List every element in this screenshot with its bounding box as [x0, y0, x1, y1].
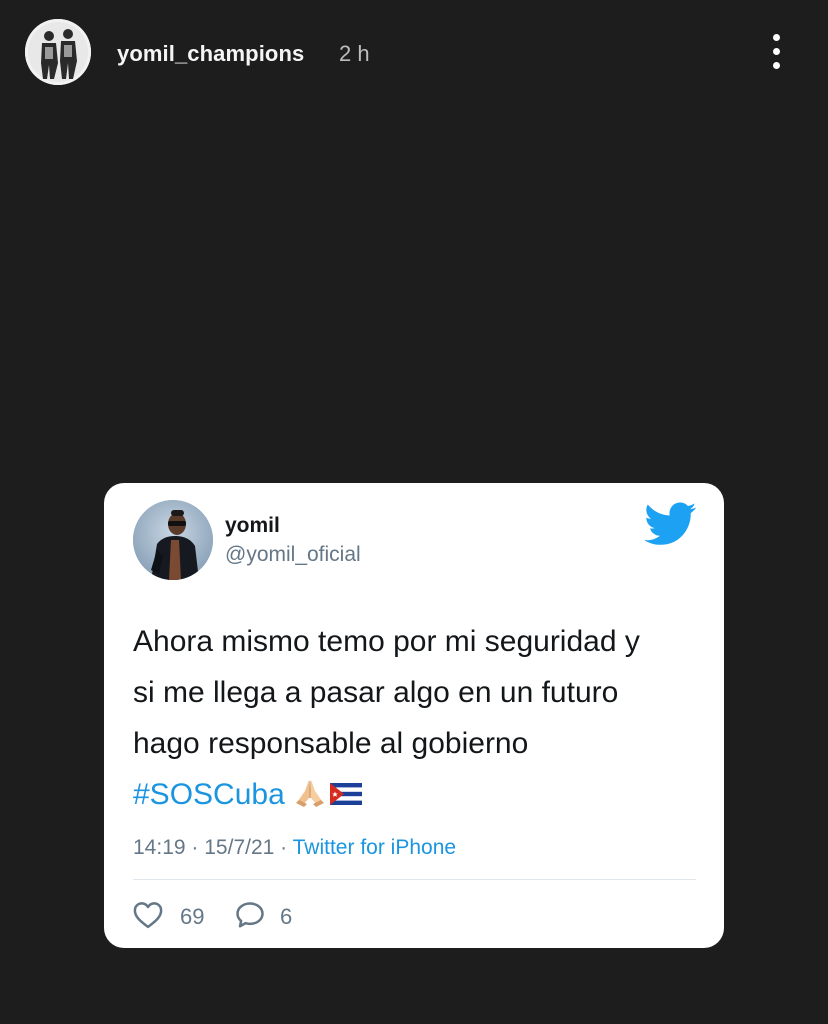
hashtag-link[interactable]: #SOSCuba [133, 778, 285, 811]
profile-avatar[interactable] [25, 19, 91, 85]
tweet-date[interactable]: 15/7/21 [204, 836, 274, 859]
tweet-text-line: si me llega a pasar algo en un futuro [133, 676, 619, 709]
tweet-text-line: Ahora mismo temo por mi seguridad y [133, 625, 640, 658]
story-header: yomil_champions 2 h [0, 0, 828, 106]
more-vertical-icon [773, 34, 780, 41]
more-vertical-icon-dot [773, 48, 780, 55]
like-count: 69 [180, 904, 205, 929]
story-viewer: yomil_champions 2 h yomil @yomil_oficial… [0, 0, 828, 1024]
tweet-source-link[interactable]: Twitter for iPhone [293, 836, 456, 859]
meta-separator: · [191, 836, 199, 859]
tweet-author-handle[interactable]: @yomil_oficial [225, 543, 361, 567]
like-button[interactable]: 69 [133, 899, 223, 931]
twitter-bird-icon [645, 502, 697, 545]
reply-bubble-icon [236, 902, 264, 928]
more-vertical-icon-dot [773, 62, 780, 69]
divider [133, 879, 696, 880]
reply-count: 6 [280, 904, 293, 929]
tweet-author-name[interactable]: yomil [225, 514, 280, 538]
tweet-time[interactable]: 14:19 [133, 836, 186, 859]
tweet-body: Ahora mismo temo por mi seguridad y si m… [133, 616, 703, 820]
tweet-card[interactable]: yomil @yomil_oficial Ahora mismo temo po… [104, 483, 724, 948]
tweet-metadata: 14:19 · 15/7/21 · Twitter for iPhone [133, 836, 456, 860]
story-timestamp: 2 h [339, 41, 370, 66]
tweet-text-line: hago responsable al gobierno [133, 727, 529, 760]
tweet-text-last-line: #SOSCuba [133, 769, 703, 820]
story-username[interactable]: yomil_champions [117, 41, 304, 67]
tweet-author-avatar[interactable] [133, 500, 213, 580]
meta-separator: · [280, 836, 288, 859]
cuba-flag-emoji [329, 783, 362, 805]
more-options-button[interactable] [762, 30, 792, 74]
reply-button[interactable]: 6 [235, 899, 305, 931]
heart-icon [133, 902, 163, 929]
folded-hands-emoji [295, 780, 324, 807]
